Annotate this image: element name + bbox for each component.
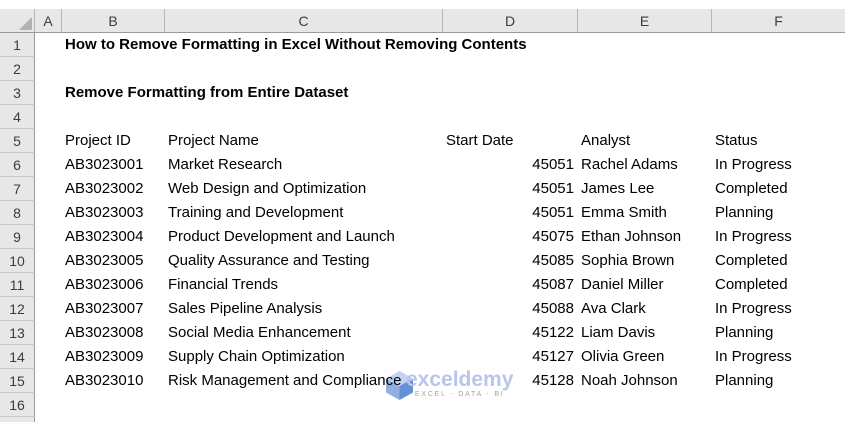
row-header-8[interactable]: 8 [0, 201, 35, 225]
cell-project-id[interactable]: AB3023002 [62, 177, 165, 201]
cell-project-id[interactable]: AB3023008 [62, 321, 165, 345]
row-header-14[interactable]: 14 [0, 345, 35, 369]
cell-project-id[interactable]: AB3023003 [62, 201, 165, 225]
column-header-f[interactable]: F [712, 9, 845, 33]
column-header-a[interactable]: A [35, 9, 62, 33]
cell-status[interactable]: Planning [712, 369, 845, 393]
cell-start-date[interactable]: 45051 [443, 177, 578, 201]
cell-analyst[interactable]: Ava Clark [578, 297, 712, 321]
cell-status[interactable]: Planning [712, 201, 845, 225]
cell-project-id[interactable]: AB3023010 [62, 369, 165, 393]
cell-analyst[interactable]: James Lee [578, 177, 712, 201]
row-header-13[interactable]: 13 [0, 321, 35, 345]
cell-project-name[interactable]: Financial Trends [165, 273, 443, 297]
cell-start-date[interactable]: 45051 [443, 201, 578, 225]
cell-project-id[interactable]: AB3023004 [62, 225, 165, 249]
cell-start-date[interactable]: 45127 [443, 345, 578, 369]
cell-project-name[interactable]: Supply Chain Optimization [165, 345, 443, 369]
row-header-17[interactable] [0, 417, 35, 422]
cell-header-start-date[interactable]: Start Date [443, 129, 578, 153]
cell-status[interactable]: Completed [712, 177, 845, 201]
cell-status[interactable]: Planning [712, 321, 845, 345]
cell-title[interactable]: How to Remove Formatting in Excel Withou… [62, 33, 845, 57]
cell-header-project-name[interactable]: Project Name [165, 129, 443, 153]
cell-status[interactable]: In Progress [712, 153, 845, 177]
column-header-b[interactable]: B [62, 9, 165, 33]
row-header-6[interactable]: 6 [0, 153, 35, 177]
cell-project-id[interactable]: AB3023001 [62, 153, 165, 177]
cell-analyst[interactable]: Sophia Brown [578, 249, 712, 273]
row-header-1[interactable]: 1 [0, 33, 35, 57]
cell-analyst[interactable]: Ethan Johnson [578, 225, 712, 249]
row-header-16[interactable]: 16 [0, 393, 35, 417]
cell-project-name[interactable]: Web Design and Optimization [165, 177, 443, 201]
row-header-10[interactable]: 10 [0, 249, 35, 273]
column-header-c[interactable]: C [165, 9, 443, 33]
row-header-9[interactable]: 9 [0, 225, 35, 249]
select-all-triangle-icon [19, 17, 32, 30]
cell-project-name[interactable]: Social Media Enhancement [165, 321, 443, 345]
cell-project-name[interactable]: Training and Development [165, 201, 443, 225]
cell-status[interactable]: In Progress [712, 225, 845, 249]
cell-header-project-id[interactable]: Project ID [62, 129, 165, 153]
cell-analyst[interactable]: Olivia Green [578, 345, 712, 369]
cell-start-date[interactable]: 45122 [443, 321, 578, 345]
row-header-3[interactable]: 3 [0, 81, 35, 105]
cell-status[interactable]: In Progress [712, 345, 845, 369]
cell-analyst[interactable]: Noah Johnson [578, 369, 712, 393]
cell-project-name[interactable]: Market Research [165, 153, 443, 177]
cell-status[interactable]: Completed [712, 249, 845, 273]
cell-project-id[interactable]: AB3023005 [62, 249, 165, 273]
cell-project-name[interactable]: Quality Assurance and Testing [165, 249, 443, 273]
column-header-d[interactable]: D [443, 9, 578, 33]
cell-project-id[interactable]: AB3023007 [62, 297, 165, 321]
cell-status[interactable]: Completed [712, 273, 845, 297]
cell-project-name[interactable]: Product Development and Launch [165, 225, 443, 249]
cell-header-analyst[interactable]: Analyst [578, 129, 712, 153]
column-header-e[interactable]: E [578, 9, 712, 33]
row-header-5[interactable]: 5 [0, 129, 35, 153]
cell-analyst[interactable]: Daniel Miller [578, 273, 712, 297]
row-header-15[interactable]: 15 [0, 369, 35, 393]
row-header-12[interactable]: 12 [0, 297, 35, 321]
cell-header-status[interactable]: Status [712, 129, 845, 153]
cell-start-date[interactable]: 45075 [443, 225, 578, 249]
cell-start-date[interactable]: 45087 [443, 273, 578, 297]
cell-start-date[interactable]: 45128 [443, 369, 578, 393]
row-header-2[interactable]: 2 [0, 57, 35, 81]
cell-analyst[interactable]: Rachel Adams [578, 153, 712, 177]
row-header-4[interactable]: 4 [0, 105, 35, 129]
cell-status[interactable]: In Progress [712, 297, 845, 321]
cell-start-date[interactable]: 45088 [443, 297, 578, 321]
select-all-button[interactable] [0, 9, 35, 33]
spreadsheet: exceldemy EXCEL - DATA - BI A B C D E F … [0, 0, 845, 422]
row-header-11[interactable]: 11 [0, 273, 35, 297]
cell-project-id[interactable]: AB3023006 [62, 273, 165, 297]
cell-project-name[interactable]: Sales Pipeline Analysis [165, 297, 443, 321]
worksheet-grid: A B C D E F 1 2 3 4 5 6 7 8 9 10 11 12 1… [0, 9, 845, 422]
cell-analyst[interactable]: Emma Smith [578, 201, 712, 225]
cell-start-date[interactable]: 45051 [443, 153, 578, 177]
cell-project-name[interactable]: Risk Management and Compliance [165, 369, 443, 393]
cell-analyst[interactable]: Liam Davis [578, 321, 712, 345]
cell-start-date[interactable]: 45085 [443, 249, 578, 273]
cell-section-heading[interactable]: Remove Formatting from Entire Dataset [62, 81, 845, 105]
cell-project-id[interactable]: AB3023009 [62, 345, 165, 369]
row-header-7[interactable]: 7 [0, 177, 35, 201]
